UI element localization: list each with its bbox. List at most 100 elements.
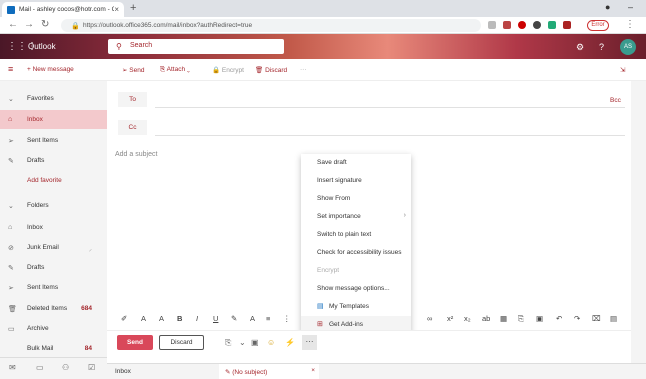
settings-gear-icon[interactable]: ⚙ [576,42,584,53]
extension-icon[interactable] [518,21,526,29]
menu-item-save-draft[interactable]: Save draft [301,154,411,172]
strikethrough-icon[interactable]: ab [482,314,490,323]
error-button[interactable]: Error [587,20,609,31]
cc-button[interactable]: Cc [118,120,147,135]
nav-item-junk[interactable]: ⊘ Junk Email ⸝ [0,238,107,257]
bcc-button[interactable]: Bcc [610,97,621,104]
paperclip-icon: ⎘ [160,66,167,73]
search-input[interactable]: ⚲ Search [108,39,284,54]
menu-item-message-options[interactable]: Show message options... [301,280,411,298]
discard-button[interactable]: Discard [159,335,204,350]
to-button[interactable]: To [118,92,147,107]
forward-icon[interactable]: → [24,19,34,30]
attach-icon[interactable]: ⎘ [225,338,231,348]
calendar-icon[interactable]: ▭ [36,363,44,372]
new-message-button[interactable]: + New message [27,66,74,73]
nav-item-drafts-favorite[interactable]: ✎ Drafts [0,151,107,170]
bullets-icon[interactable]: ≡ [266,314,270,323]
subject-placeholder: Add a subject [115,151,158,158]
extension-icon[interactable] [503,21,511,29]
url-field[interactable]: 🔒 https://outlook.office365.com/mail/inb… [61,19,481,32]
table-icon[interactable]: ▦ [500,314,507,323]
nav-item-inbox-favorite[interactable]: ⌂ Inbox [0,110,107,129]
nav-item-deleted[interactable]: 🗑 Deleted Items 684 [0,299,107,318]
star-icon[interactable] [488,21,496,29]
profile-icon[interactable]: ● [605,2,610,12]
close-tab-icon[interactable]: × [114,5,119,14]
font-size-icon[interactable]: A [159,314,164,323]
send-command-button[interactable]: ➢ Send [122,66,144,74]
inbox-icon: ⌂ [8,224,13,231]
more-options-button[interactable]: ··· [302,335,317,350]
hamburger-menu-icon[interactable]: ≡ [8,64,13,74]
numbering-icon[interactable]: ⋮ [283,314,291,323]
close-icon[interactable]: × [311,367,315,374]
avatar[interactable]: AS [620,39,636,55]
cc-field[interactable] [155,135,625,136]
image-icon[interactable]: ▣ [536,314,543,323]
favorites-header[interactable]: ⌄ Favorites [0,89,107,108]
people-icon[interactable]: ⚇ [62,363,69,372]
discard-command-button[interactable]: 🗑 Discard [255,66,287,74]
menu-item-accessibility[interactable]: Check for accessibility issues [301,244,411,262]
edit-icon: ⸝ [88,246,92,253]
image-icon[interactable]: ▣ [251,338,259,347]
nav-item-sent-favorite[interactable]: ➢ Sent Items [0,131,107,150]
more-commands-button[interactable]: ··· [300,66,307,73]
menu-item-set-importance[interactable]: Set importance › [301,208,411,226]
block-icon: ⊘ [8,245,14,252]
extension-icon[interactable] [548,21,556,29]
addin-icon[interactable]: ⚡ [285,338,295,347]
emoji-icon[interactable]: ☺ [267,338,275,347]
new-tab-button[interactable]: + [130,2,136,14]
nav-item-bulk[interactable]: Bulk Mail 84 [0,339,107,358]
font-icon[interactable]: A [141,314,146,323]
menu-item-insert-signature[interactable]: Insert signature [301,172,411,190]
todo-icon[interactable]: ☑ [88,363,95,372]
clear-format-icon[interactable]: ⌧ [592,314,601,323]
tab-inbox[interactable]: Inbox [115,364,131,379]
font-color-icon[interactable]: A [250,314,255,323]
menu-item-show-from[interactable]: Show From [301,190,411,208]
lock-icon: 🔒 [212,67,222,74]
add-favorite-link[interactable]: Add favorite [0,171,107,190]
attach-button[interactable]: ⎘ Attach ⌄ [160,66,190,74]
folders-header[interactable]: ⌄ Folders [0,196,107,215]
redo-icon[interactable]: ↷ [574,314,580,323]
encrypt-button[interactable]: 🔒 Encrypt [212,66,244,74]
menu-item-my-templates[interactable]: ▤ My Templates [301,298,411,316]
highlight-icon[interactable]: ✎ [231,314,237,323]
reload-icon[interactable]: ↻ [41,19,49,30]
nav-item-drafts[interactable]: ✎ Drafts [0,258,107,277]
nav-item-inbox[interactable]: ⌂ Inbox [0,218,107,237]
send-button[interactable]: Send [117,335,153,350]
help-icon[interactable]: ? [599,42,604,52]
underline-icon[interactable]: U [213,314,218,323]
bold-icon[interactable]: B [177,314,182,323]
chevron-down-icon[interactable]: ⌄ [239,338,246,347]
subscript-icon[interactable]: x₂ [464,314,471,323]
undo-icon[interactable]: ↶ [556,314,562,323]
nav-item-sent[interactable]: ➢ Sent Items [0,278,107,297]
insert-icon[interactable]: ⎘ [518,314,524,324]
menu-item-plain-text[interactable]: Switch to plain text [301,226,411,244]
extension-icon[interactable] [533,21,541,29]
menu-dots-icon[interactable]: ⋮ [625,19,635,30]
extension-icon[interactable] [563,21,571,29]
superscript-icon[interactable]: x² [447,314,453,323]
nav-item-archive[interactable]: ▭ Archive [0,319,107,338]
table-grid-icon[interactable]: ▤ [610,314,617,323]
italic-icon[interactable]: I [196,314,198,323]
minimize-icon[interactable]: – [628,2,633,12]
expand-icon[interactable]: ⇲ [620,66,625,74]
link-icon[interactable]: ∞ [427,314,432,323]
scrollbar[interactable] [631,81,646,363]
tab-draft[interactable]: ✎ (No subject) × [219,364,319,379]
nav-item-label: Inbox [27,116,43,123]
format-painter-icon[interactable]: ✐ [121,314,127,323]
mail-icon[interactable]: ✉ [9,363,16,372]
app-name[interactable]: Outlook [28,42,56,51]
back-icon[interactable]: ← [8,19,18,30]
browser-tab[interactable]: Mail - ashley cocos@hotr.com - Ou × [2,2,124,17]
to-field[interactable] [155,107,625,108]
